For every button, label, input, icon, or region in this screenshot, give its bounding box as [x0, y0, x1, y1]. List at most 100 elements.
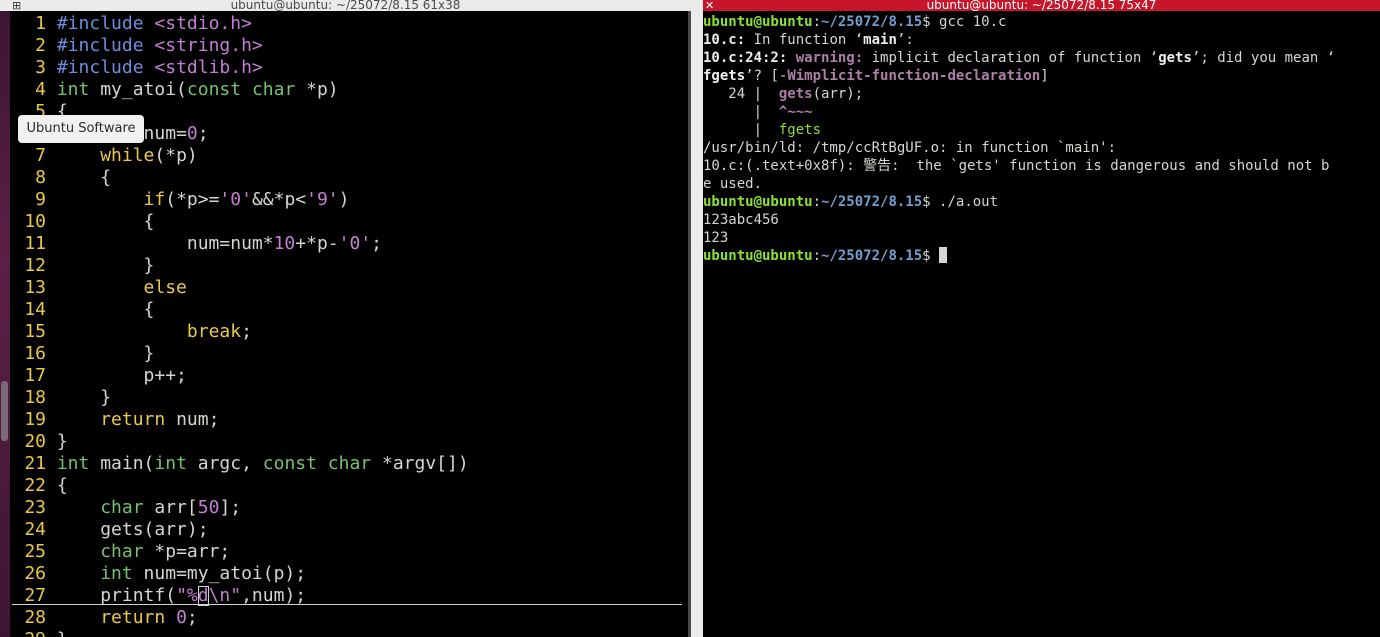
terminal-line: ubuntu@ubuntu:~/25072/8.15$ gcc 10.c — [703, 13, 1378, 31]
code-token: num; — [165, 409, 220, 430]
terminal-token: | — [703, 104, 779, 120]
terminal-line: e used. — [703, 175, 1378, 193]
terminal-line: | ^~~~ — [703, 103, 1378, 121]
line-number: 4 — [35, 79, 46, 100]
code-token: char — [100, 541, 144, 562]
code-token: #include — [56, 13, 155, 34]
ubuntu-software-tooltip: Ubuntu Software — [18, 115, 144, 143]
line-number: 3 — [35, 57, 46, 78]
line-number: 8 — [35, 167, 46, 188]
code-token: '9' — [306, 189, 339, 210]
line-number: 22 — [24, 475, 46, 496]
line-number: 12 — [24, 255, 46, 276]
terminal-line: 10.c:(.text+0x8f): 警告: the `gets' functi… — [703, 157, 1378, 175]
terminal-token: warning: — [795, 50, 864, 66]
code-token: if — [143, 189, 166, 210]
right-terminal-window[interactable]: ✕ ubuntu@ubuntu: ~/25072/8.15 75x47 ubun… — [703, 0, 1380, 637]
terminal-line: /usr/bin/ld: /tmp/ccRtBgUF.o: in functio… — [703, 139, 1378, 157]
terminal-token: 10.c:(.text+0x8f): 警告: the `gets' functi… — [703, 158, 1330, 174]
terminal-token: $ ./a.out — [922, 194, 999, 210]
code-line: 11 num=num*10+*p-'0'; — [12, 233, 382, 255]
code-line: 29 } — [12, 629, 67, 637]
code-token: (*p) — [154, 145, 198, 166]
code-token: int — [56, 79, 90, 100]
code-token: 0 — [186, 123, 198, 144]
terminal-token: ’: — [896, 32, 914, 48]
code-line: 28 return 0; — [12, 607, 198, 629]
terminal-token: 10.c:24:2: — [703, 50, 788, 66]
code-line: 25 char *p=arr; — [12, 541, 230, 563]
terminal-cursor — [939, 247, 948, 263]
code-token: ) — [338, 189, 350, 210]
terminal-output[interactable]: ubuntu@ubuntu:~/25072/8.15$ gcc 10.c 10.c… — [703, 13, 1378, 265]
code-line: 3 #include <stdlib.h> — [12, 57, 263, 79]
code-line: 20 } — [12, 431, 67, 453]
left-terminal-window[interactable]: ⊞ ubuntu@ubuntu: ~/25072/8.15 61x38 1 #i… — [0, 0, 691, 637]
code-token: argc, — [186, 453, 263, 474]
line-number: 17 — [24, 365, 46, 386]
terminal-token: $ gcc 10.c — [922, 14, 1007, 30]
code-token: (*p>= — [165, 189, 220, 210]
terminal-token: gets — [778, 86, 813, 102]
code-token: ; — [186, 607, 198, 628]
terminal-line: 123 — [703, 229, 1378, 247]
launcher-dock-edge[interactable] — [0, 11, 10, 637]
code-token: *p) — [295, 79, 339, 100]
terminal-token: 10.c: — [703, 32, 746, 48]
code-token: { — [56, 211, 155, 232]
terminal-line: 24 | gets(arr); — [703, 85, 1378, 103]
terminal-token: main — [863, 32, 897, 48]
code-token: <stdlib.h> — [154, 57, 263, 78]
code-token: return — [100, 409, 166, 430]
code-token: '0' — [338, 233, 372, 254]
terminal-token: : — [812, 194, 822, 210]
code-token: p++; — [56, 365, 187, 386]
terminal-token: Wimplicit-function-declaration — [787, 68, 1041, 84]
terminal-token: fgets — [778, 122, 822, 138]
code-token: gets(arr); — [56, 519, 209, 540]
terminal-line: | fgets — [703, 121, 1378, 139]
code-token: <stdio.h> — [154, 13, 252, 34]
vim-cursorline-underline — [12, 604, 682, 605]
code-token: *argv[]) — [371, 453, 469, 474]
launcher-handle[interactable] — [1, 381, 8, 441]
code-token: *p=arr; — [143, 541, 231, 562]
line-number: 19 — [24, 409, 46, 430]
code-token: #include — [56, 35, 155, 56]
terminal-token: ] — [1040, 68, 1049, 84]
code-token: 10 — [273, 233, 296, 254]
code-token: +*p- — [295, 233, 339, 254]
code-line: 16 } — [12, 343, 154, 365]
vim-code-editor[interactable]: 1 #include <stdio.h> 2 #include <string.h… — [12, 13, 688, 637]
code-token: const — [262, 453, 317, 474]
terminal-line: 10.c:24:2: warning: implicit declaration… — [703, 49, 1378, 67]
line-number: 14 — [24, 299, 46, 320]
terminal-token: 123 — [703, 230, 729, 246]
code-line: 26 int num=my_atoi(p); — [12, 563, 306, 585]
code-token: char — [327, 453, 372, 474]
code-line: 7 while(*p) — [12, 145, 198, 167]
terminal-line: 10.c: In function ‘main’: — [703, 31, 1378, 49]
code-token: { — [56, 299, 155, 320]
terminal-token: | — [703, 122, 779, 138]
window-menu-icon[interactable]: ⊞ — [12, 0, 21, 11]
left-terminal-titlebar[interactable]: ⊞ ubuntu@ubuntu: ~/25072/8.15 61x38 — [0, 0, 691, 11]
line-number: 16 — [24, 343, 46, 364]
line-number: 23 — [24, 497, 46, 518]
code-token: ]; — [219, 497, 242, 518]
terminal-token: ~/25072/8.15 — [821, 194, 923, 210]
close-icon[interactable]: ✕ — [705, 0, 714, 11]
terminal-token: 24 | — [703, 86, 779, 102]
code-token: char — [100, 497, 144, 518]
terminal-token: ^~~~ — [778, 104, 813, 120]
code-line: 17 p++; — [12, 365, 187, 387]
right-terminal-title: ubuntu@ubuntu: ~/25072/8.15 75x47 — [926, 0, 1157, 11]
terminal-token: : — [812, 248, 822, 264]
right-terminal-titlebar[interactable]: ✕ ubuntu@ubuntu: ~/25072/8.15 75x47 — [703, 0, 1380, 11]
terminal-token: (arr); — [812, 86, 864, 102]
